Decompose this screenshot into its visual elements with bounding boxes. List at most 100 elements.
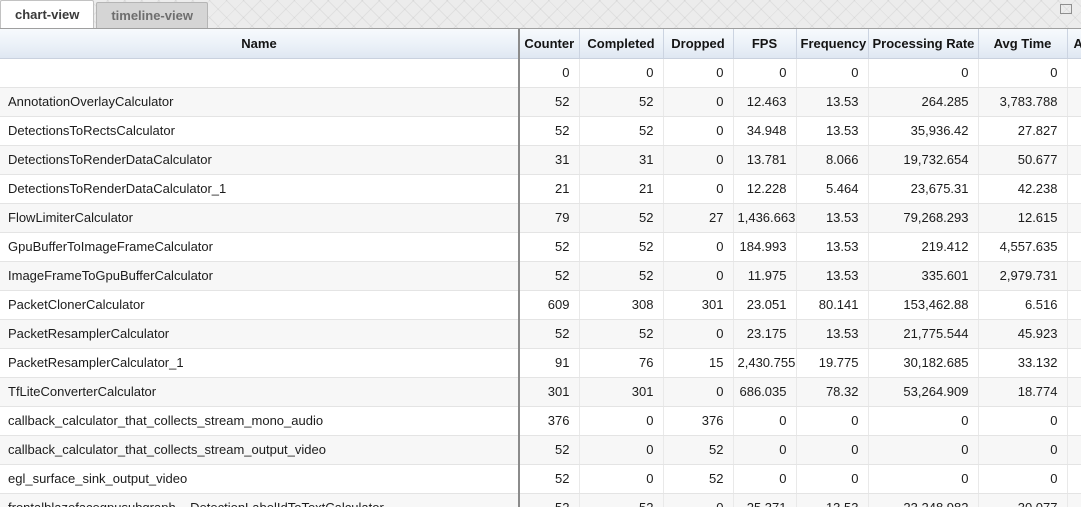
cell-counter: 21 — [519, 174, 579, 203]
cell-processing-rate: 0 — [868, 464, 978, 493]
cell-clipped — [1067, 203, 1081, 232]
cell-dropped: 0 — [663, 493, 733, 507]
cell-frequency: 80.141 — [796, 290, 868, 319]
table-row[interactable]: FlowLimiterCalculator7952271,436.66313.5… — [0, 203, 1081, 232]
cell-processing-rate: 35,936.42 — [868, 116, 978, 145]
tab-timeline-view[interactable]: timeline-view — [96, 2, 208, 28]
cell-clipped — [1067, 174, 1081, 203]
cell-clipped — [1067, 464, 1081, 493]
cell-name: frontalblazefacegpusubgraph__DetectionLa… — [0, 493, 519, 507]
table-row[interactable]: PacketClonerCalculator60930830123.05180.… — [0, 290, 1081, 319]
table-row[interactable]: frontalblazefacegpusubgraph__DetectionLa… — [0, 493, 1081, 507]
cell-clipped — [1067, 261, 1081, 290]
cell-fps: 0 — [733, 435, 796, 464]
table-row[interactable]: callback_calculator_that_collects_stream… — [0, 406, 1081, 435]
column-header-avg-time[interactable]: Avg Time — [978, 29, 1067, 58]
cell-avg-time: 50.677 — [978, 145, 1067, 174]
cell-clipped — [1067, 377, 1081, 406]
cell-fps: 686.035 — [733, 377, 796, 406]
cell-processing-rate: 0 — [868, 435, 978, 464]
cell-dropped: 0 — [663, 261, 733, 290]
cell-fps: 13.781 — [733, 145, 796, 174]
cell-name: AnnotationOverlayCalculator — [0, 87, 519, 116]
cell-counter: 52 — [519, 319, 579, 348]
cell-name: PacketClonerCalculator — [0, 290, 519, 319]
column-header-fps[interactable]: FPS — [733, 29, 796, 58]
cell-name: callback_calculator_that_collects_stream… — [0, 406, 519, 435]
column-header-frequency[interactable]: Frequency — [796, 29, 868, 58]
cell-clipped — [1067, 319, 1081, 348]
cell-frequency: 8.066 — [796, 145, 868, 174]
cell-clipped — [1067, 435, 1081, 464]
cell-completed: 52 — [579, 232, 663, 261]
cell-fps: 25.371 — [733, 493, 796, 507]
cell-clipped — [1067, 87, 1081, 116]
cell-processing-rate: 19,732.654 — [868, 145, 978, 174]
cell-processing-rate: 23,248.982 — [868, 493, 978, 507]
cell-completed: 301 — [579, 377, 663, 406]
cell-processing-rate: 335.601 — [868, 261, 978, 290]
cell-dropped: 52 — [663, 435, 733, 464]
cell-completed: 52 — [579, 261, 663, 290]
cell-dropped: 15 — [663, 348, 733, 377]
cell-counter: 52 — [519, 464, 579, 493]
cell-avg-time: 30.077 — [978, 493, 1067, 507]
cell-frequency: 13.53 — [796, 116, 868, 145]
cell-counter: 301 — [519, 377, 579, 406]
cell-name: FlowLimiterCalculator — [0, 203, 519, 232]
cell-fps: 2,430.755 — [733, 348, 796, 377]
table-row[interactable]: DetectionsToRenderDataCalculator_1212101… — [0, 174, 1081, 203]
table-row[interactable]: GpuBufferToImageFrameCalculator52520184.… — [0, 232, 1081, 261]
cell-fps: 1,436.663 — [733, 203, 796, 232]
table-row[interactable]: DetectionsToRectsCalculator5252034.94813… — [0, 116, 1081, 145]
maximize-icon[interactable] — [1060, 4, 1072, 14]
cell-fps: 12.228 — [733, 174, 796, 203]
column-header-name[interactable]: Name — [0, 29, 519, 58]
column-header-processing-rate[interactable]: Processing Rate — [868, 29, 978, 58]
cell-avg-time: 27.827 — [978, 116, 1067, 145]
table-row[interactable]: PacketResamplerCalculator_19176152,430.7… — [0, 348, 1081, 377]
column-header-a[interactable]: A — [1067, 29, 1081, 58]
tab-chart-view[interactable]: chart-view — [0, 0, 94, 28]
table-row[interactable]: egl_surface_sink_output_video520520000 — [0, 464, 1081, 493]
cell-fps: 0 — [733, 464, 796, 493]
cell-counter: 52 — [519, 261, 579, 290]
cell-dropped: 0 — [663, 145, 733, 174]
column-header-dropped[interactable]: Dropped — [663, 29, 733, 58]
cell-dropped: 0 — [663, 232, 733, 261]
cell-dropped: 376 — [663, 406, 733, 435]
column-header-completed[interactable]: Completed — [579, 29, 663, 58]
cell-processing-rate: 264.285 — [868, 87, 978, 116]
cell-fps: 0 — [733, 406, 796, 435]
cell-fps: 184.993 — [733, 232, 796, 261]
table-row[interactable]: TfLiteConverterCalculator3013010686.0357… — [0, 377, 1081, 406]
cell-counter: 609 — [519, 290, 579, 319]
cell-dropped: 0 — [663, 319, 733, 348]
table-row[interactable]: DetectionsToRenderDataCalculator3131013.… — [0, 145, 1081, 174]
cell-completed: 0 — [579, 406, 663, 435]
cell-clipped — [1067, 232, 1081, 261]
table-row[interactable]: PacketResamplerCalculator5252023.17513.5… — [0, 319, 1081, 348]
cell-completed: 31 — [579, 145, 663, 174]
cell-clipped — [1067, 116, 1081, 145]
cell-counter: 79 — [519, 203, 579, 232]
cell-name: ImageFrameToGpuBufferCalculator — [0, 261, 519, 290]
cell-frequency: 78.32 — [796, 377, 868, 406]
cell-avg-time: 18.774 — [978, 377, 1067, 406]
column-header-counter[interactable]: Counter — [519, 29, 579, 58]
table-row[interactable]: 0000000 — [0, 58, 1081, 87]
cell-name: TfLiteConverterCalculator — [0, 377, 519, 406]
tab-bar: chart-view timeline-view — [0, 0, 1081, 29]
cell-dropped: 52 — [663, 464, 733, 493]
cell-frequency: 0 — [796, 435, 868, 464]
table-row[interactable]: ImageFrameToGpuBufferCalculator5252011.9… — [0, 261, 1081, 290]
cell-completed: 52 — [579, 493, 663, 507]
stats-table: NameCounterCompletedDroppedFPSFrequencyP… — [0, 29, 1081, 507]
table-row[interactable]: AnnotationOverlayCalculator5252012.46313… — [0, 87, 1081, 116]
cell-fps: 11.975 — [733, 261, 796, 290]
table-row[interactable]: callback_calculator_that_collects_stream… — [0, 435, 1081, 464]
cell-frequency: 19.775 — [796, 348, 868, 377]
cell-frequency: 0 — [796, 464, 868, 493]
cell-name: DetectionsToRenderDataCalculator — [0, 145, 519, 174]
cell-avg-time: 12.615 — [978, 203, 1067, 232]
